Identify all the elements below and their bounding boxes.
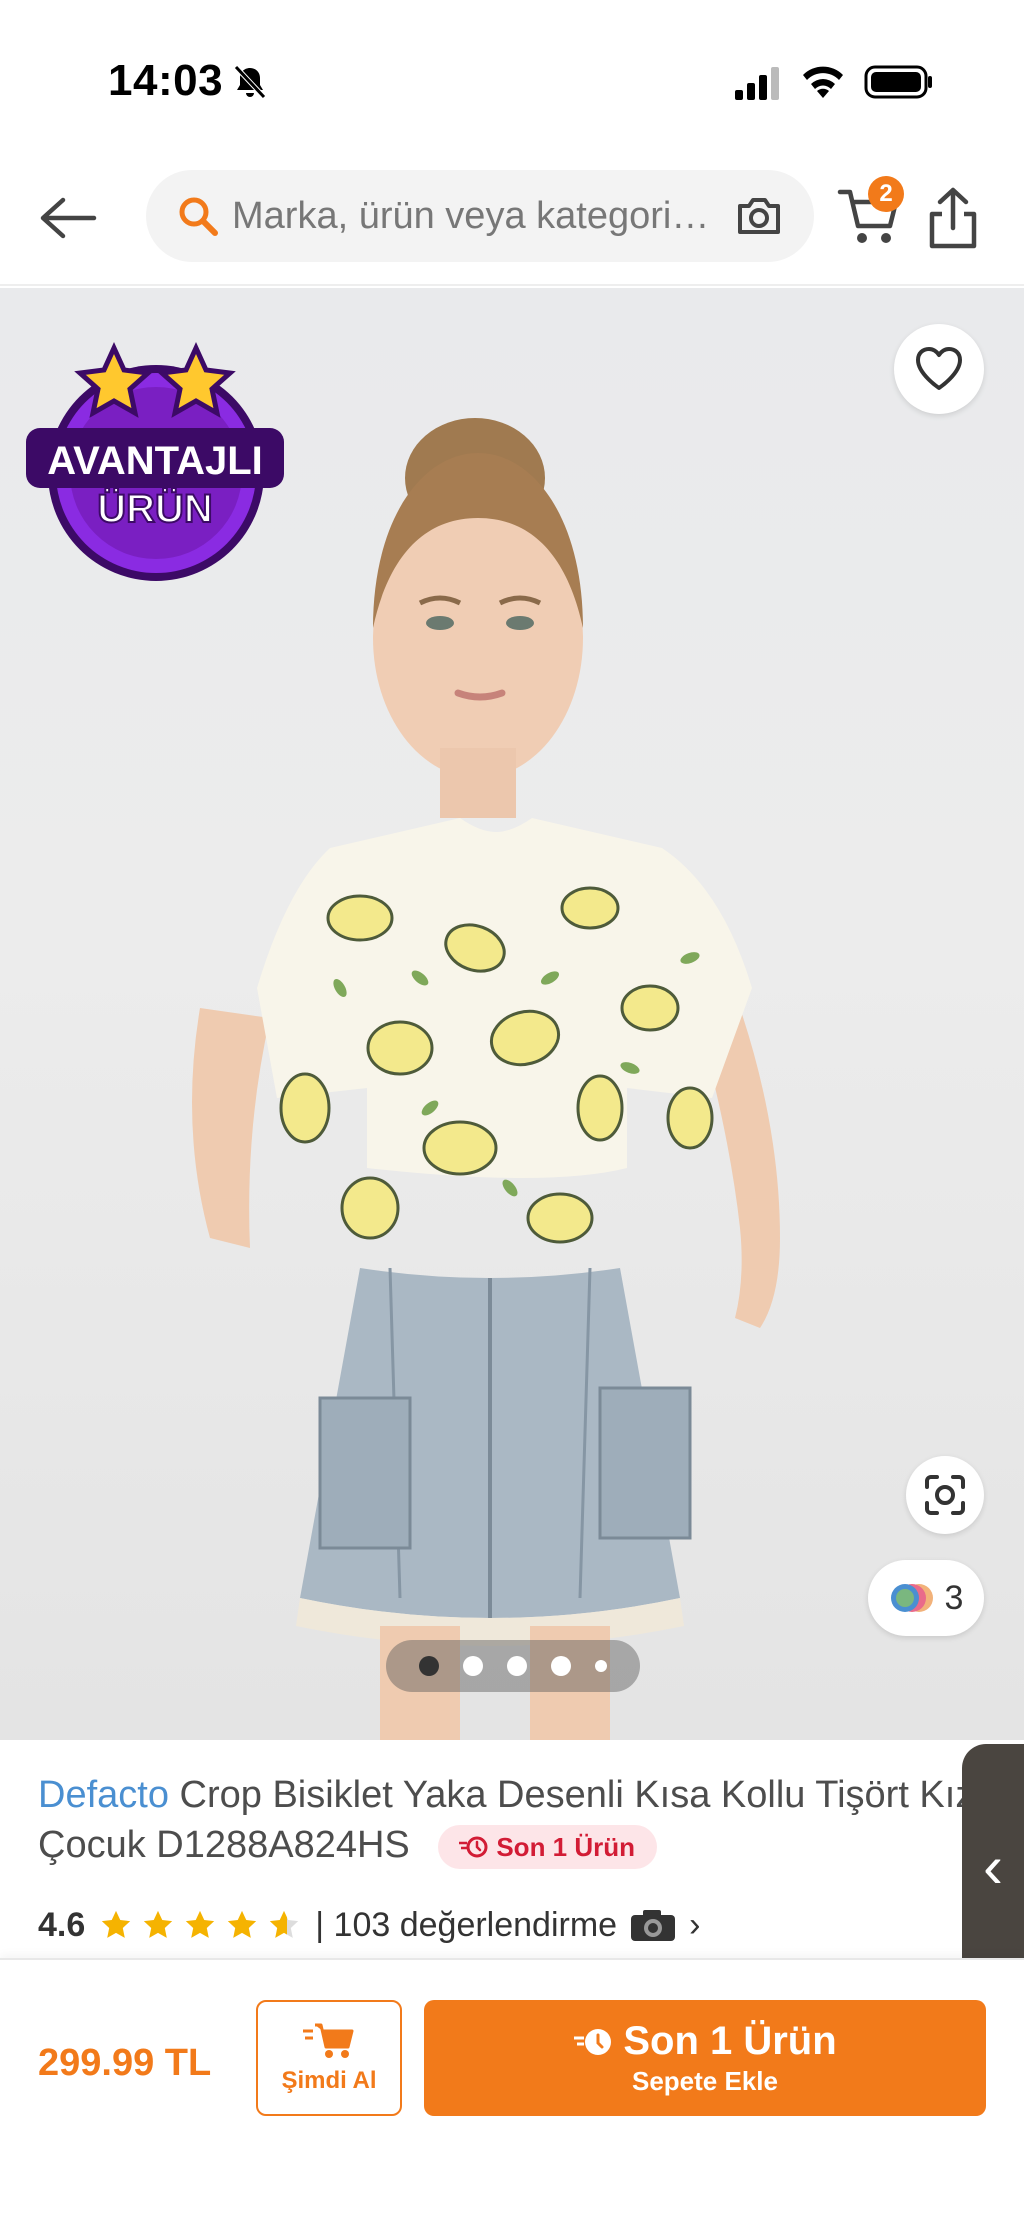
chevron-left-icon: ‹ <box>983 1833 1003 1900</box>
battery-icon <box>864 65 932 99</box>
page-dot[interactable] <box>507 1656 527 1676</box>
half-star-icon <box>270 1910 299 1938</box>
reviews-chevron-icon: › <box>689 1905 701 1944</box>
badge-line2: ÜRÜN <box>97 486 213 531</box>
back-arrow-icon <box>40 197 97 239</box>
stock-badge: Son 1 Ürün <box>438 1824 658 1869</box>
status-time: 14:03 <box>108 56 224 105</box>
page-dot[interactable] <box>595 1660 607 1672</box>
top-nav: Marka, ürün veya kategori… 2 <box>0 150 1024 286</box>
product-info: Defacto Crop Bisiklet Yaka Desenli Kısa … <box>0 1740 1024 1958</box>
heart-icon <box>916 347 962 390</box>
rating-stars <box>99 1908 301 1942</box>
add-cart-subtitle: Sepete Ekle <box>632 2066 778 2096</box>
rating-row[interactable]: 4.6 | 103 değerlendirme › <box>38 1900 700 1950</box>
cart-count-badge: 2 <box>868 176 904 212</box>
signal-icon <box>735 67 779 100</box>
search-icon <box>179 197 218 236</box>
color-swatch-icon <box>890 1584 933 1612</box>
back-button[interactable] <box>36 186 100 250</box>
camera-icon[interactable] <box>734 192 784 240</box>
image-pagination <box>386 1640 640 1692</box>
wifi-icon <box>803 66 843 98</box>
advantage-badge: AVANTAJLI ÜRÜN <box>26 341 284 581</box>
color-options-button[interactable]: 3 <box>868 1560 984 1636</box>
page-dot[interactable] <box>551 1656 571 1676</box>
rating-value: 4.6 <box>38 1905 86 1944</box>
brand-link[interactable]: Defacto <box>38 1774 169 1816</box>
search-placeholder: Marka, ürün veya kategori… <box>232 195 710 237</box>
share-icon[interactable] <box>926 186 980 250</box>
review-count[interactable]: | 103 değerlendirme <box>315 1906 617 1945</box>
product-image-gallery[interactable]: AVANTAJLI ÜRÜN 3 <box>0 288 1024 1740</box>
star-icon <box>228 1910 257 1938</box>
favorite-button[interactable] <box>894 324 984 414</box>
lens-icon <box>925 1475 965 1515</box>
color-count: 3 <box>944 1578 964 1617</box>
clock-icon <box>459 1836 488 1858</box>
star-icon <box>102 1910 131 1938</box>
photo-review-camera-icon <box>631 1910 676 1941</box>
price: 299.99 TL <box>38 2042 212 2084</box>
side-panel-tab[interactable]: ‹ <box>962 1744 1024 1990</box>
page-dot[interactable] <box>463 1656 483 1676</box>
buy-now-label: Şimdi Al <box>281 2067 377 2094</box>
search-input[interactable]: Marka, ürün veya kategori… <box>146 170 814 262</box>
buy-now-button[interactable]: Şimdi Al <box>256 2000 402 2116</box>
add-cart-title: Son 1 Ürün <box>623 2019 837 2063</box>
star-icon <box>186 1910 215 1938</box>
product-title: Defacto Crop Bisiklet Yaka Desenli Kısa … <box>38 1770 978 1870</box>
clock-icon <box>574 2028 612 2055</box>
star-icon <box>144 1910 173 1938</box>
bottom-action-bar: 299.99 TL Şimdi Al Son 1 Ürün Sepete Ekl… <box>0 1958 1024 2226</box>
badge-line1: AVANTAJLI <box>47 439 263 483</box>
product-photo <box>192 418 780 1740</box>
stock-badge-label: Son 1 Ürün <box>496 1831 636 1862</box>
visual-search-button[interactable] <box>906 1456 984 1534</box>
bell-off-icon <box>234 65 266 99</box>
page-dot[interactable] <box>419 1656 439 1676</box>
add-to-cart-button[interactable]: Son 1 Ürün Sepete Ekle <box>424 2000 986 2116</box>
fast-cart-icon <box>303 2023 354 2058</box>
status-bar: 14:03 <box>0 0 1024 150</box>
